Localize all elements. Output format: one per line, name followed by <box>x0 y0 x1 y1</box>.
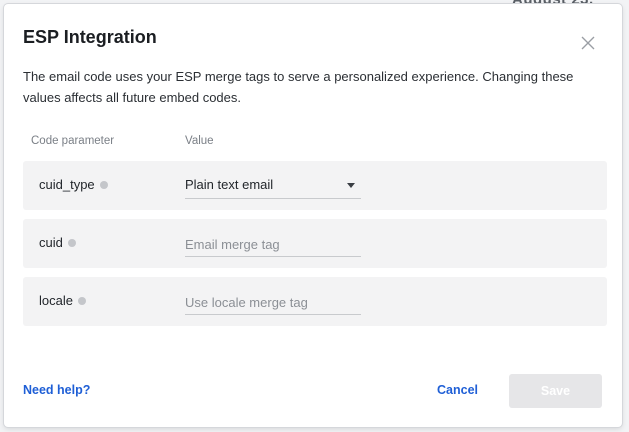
locale-field <box>185 290 361 315</box>
cancel-button[interactable]: Cancel <box>437 383 478 397</box>
parameter-name: cuid_type <box>39 177 95 192</box>
parameter-label: cuid <box>39 235 76 250</box>
esp-integration-dialog: ESP Integration The email code uses your… <box>4 4 622 427</box>
info-icon[interactable] <box>67 238 76 247</box>
parameter-row-locale: locale <box>23 277 607 326</box>
close-icon[interactable] <box>579 34 597 52</box>
column-header-value: Value <box>185 135 214 147</box>
parameter-row-cuid: cuid <box>23 219 607 268</box>
parameter-name: locale <box>39 293 73 308</box>
chevron-down-icon[interactable] <box>347 183 355 188</box>
dialog-title: ESP Integration <box>23 27 157 47</box>
column-header-code-parameter: Code parameter <box>31 135 115 147</box>
cuid-input[interactable] <box>185 232 361 256</box>
locale-input[interactable] <box>185 290 361 314</box>
parameter-label: cuid_type <box>39 177 108 192</box>
info-icon[interactable] <box>99 180 108 189</box>
parameter-label: locale <box>39 293 86 308</box>
save-button[interactable]: Save <box>509 374 602 408</box>
need-help-link[interactable]: Need help? <box>23 383 90 397</box>
select-value: Plain text email <box>185 177 274 192</box>
cuid-type-select[interactable]: Plain text email <box>185 174 361 199</box>
cuid-field <box>185 232 361 257</box>
dialog-description: The email code uses your ESP merge tags … <box>23 69 574 105</box>
parameter-row-cuid-type: cuid_type Plain text email <box>23 161 607 210</box>
info-icon[interactable] <box>77 296 86 305</box>
parameter-name: cuid <box>39 235 63 250</box>
